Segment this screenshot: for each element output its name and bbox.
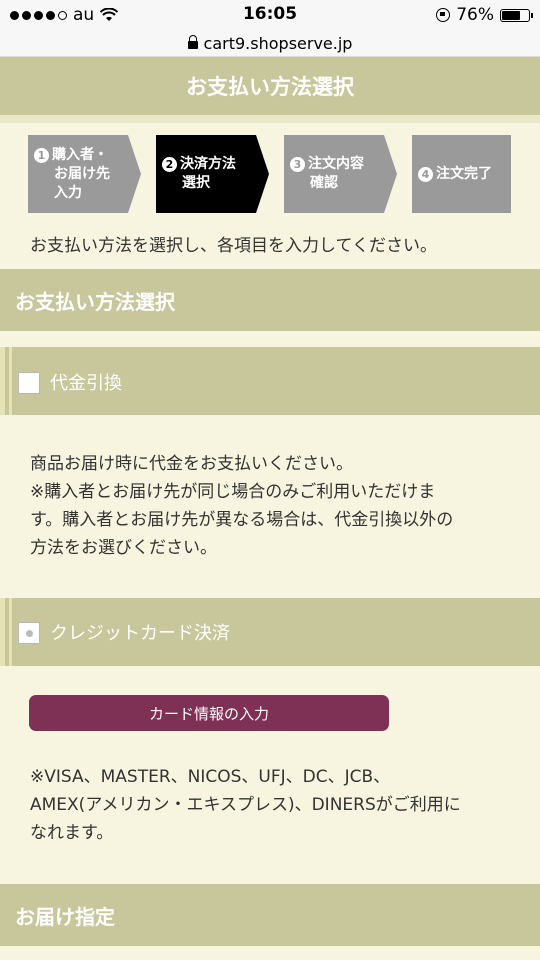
lock-icon bbox=[187, 35, 198, 49]
payment-section-heading: お支払い方法選択 bbox=[0, 269, 540, 331]
step-4-line-1: 注文完了 bbox=[436, 165, 492, 182]
title-divider bbox=[0, 115, 540, 123]
cod-label: 代金引換 bbox=[50, 373, 122, 394]
cod-desc-line: 方法をお選びください。 bbox=[30, 538, 217, 558]
credit-desc-line: ※VISA、MASTER、NICOS、UFJ、DC、JCB、 bbox=[30, 767, 391, 787]
battery-icon bbox=[500, 8, 533, 22]
page-title: お支払い方法選択 bbox=[0, 57, 540, 115]
address-bar[interactable]: cart9.shopserve.jp bbox=[0, 30, 540, 57]
cod-desc-line: す。購入者とお届け先が異なる場合は、代金引換以外の bbox=[30, 510, 454, 530]
rotation-lock-icon bbox=[436, 8, 451, 22]
url-text: cart9.shopserve.jp bbox=[203, 33, 353, 53]
step-3-line-1: 注文内容 bbox=[308, 156, 364, 172]
enter-card-info-button[interactable]: カード情報の入力 bbox=[29, 695, 389, 731]
step-1-line-1: 購入者・ bbox=[52, 146, 108, 163]
instruction-text: お支払い方法を選択し、各項目を入力してください。 bbox=[30, 236, 437, 256]
step-3-line-2: 確認 bbox=[310, 175, 338, 191]
delivery-section-heading: お届け指定 bbox=[0, 884, 540, 946]
credit-card-radio[interactable] bbox=[18, 622, 40, 644]
cod-desc-line: ※購入者とお届け先が同じ場合のみご利用いただけま bbox=[30, 482, 436, 502]
credit-card-description: ※VISA、MASTER、NICOS、UFJ、DC、JCB、 AMEX(アメリカ… bbox=[30, 763, 510, 847]
step-1-line-3: 入力 bbox=[54, 184, 82, 201]
step-1-line-2: お届け先 bbox=[54, 165, 110, 182]
step-2-line-1: 決済方法 bbox=[180, 156, 236, 172]
credit-desc-line: AMEX(アメリカン・エキスプレス)、DINERSがご利用に bbox=[30, 795, 461, 815]
status-bar: au 16:05 76% bbox=[0, 0, 540, 30]
status-right: 76% bbox=[436, 5, 533, 25]
credit-card-label: クレジットカード決済 bbox=[50, 623, 230, 644]
cod-description: 商品お届け時に代金をお支払いください。 ※購入者とお届け先が同じ場合のみご利用い… bbox=[30, 450, 510, 562]
credit-card-option[interactable]: クレジットカード決済 bbox=[0, 598, 540, 666]
step-2-line-2: 選択 bbox=[182, 175, 210, 191]
credit-desc-line: なれます。 bbox=[30, 823, 114, 843]
cod-option[interactable]: 代金引換 bbox=[0, 347, 540, 415]
battery-percent: 76% bbox=[456, 5, 494, 25]
cod-desc-line: 商品お届け時に代金をお支払いください。 bbox=[30, 454, 353, 474]
cod-checkbox[interactable] bbox=[18, 372, 40, 394]
